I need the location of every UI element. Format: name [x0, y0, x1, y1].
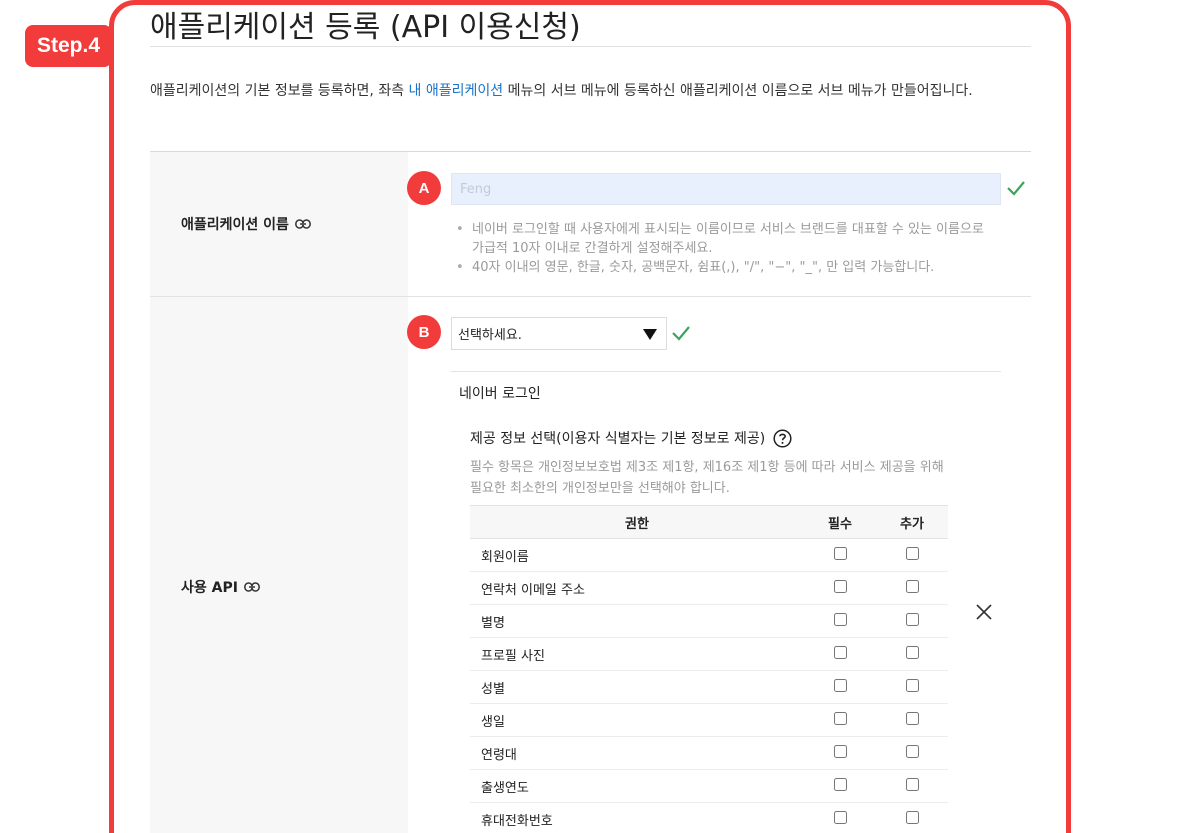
optional-checkbox[interactable] [905, 711, 919, 725]
api-select[interactable]: 선택하세요. [451, 317, 667, 350]
permission-name: 프로필 사진 [470, 637, 804, 671]
check-icon [672, 326, 690, 341]
permission-name: 성별 [470, 670, 804, 704]
table-row: 휴대전화번호 [470, 802, 948, 833]
table-row: 프로필 사진 [470, 637, 948, 671]
api-select-value: 선택하세요. [458, 328, 522, 343]
optional-checkbox[interactable] [905, 777, 919, 791]
form-row-divider [150, 296, 1031, 297]
permission-name: 출생연도 [470, 769, 804, 803]
table-row: 연락처 이메일 주소 [470, 571, 948, 605]
selected-api-name: 네이버 로그인 [459, 386, 541, 402]
page-title: 애플리케이션 등록 (API 이용신청) [150, 10, 581, 45]
table-row: 출생연도 [470, 769, 948, 803]
column-header-permission: 권한 [470, 505, 804, 539]
required-checkbox[interactable] [833, 546, 847, 560]
app-name-label-text: 애플리케이션 이름 [181, 217, 289, 233]
optional-checkbox[interactable] [905, 810, 919, 824]
hint-item: 네이버 로그인할 때 사용자에게 표시되는 이름이므로 서비스 브랜드를 대표할… [456, 220, 996, 258]
table-header-row: 권한 필수 추가 [470, 505, 948, 539]
intro-text: 애플리케이션의 기본 정보를 등록하면, 좌측 내 애플리케이션 메뉴의 서브 … [150, 77, 1030, 105]
marker-b: B [407, 315, 441, 349]
permission-name: 생일 [470, 703, 804, 737]
required-checkbox[interactable] [833, 711, 847, 725]
permission-name: 연령대 [470, 736, 804, 770]
optional-checkbox[interactable] [905, 579, 919, 593]
api-label: 사용 API [181, 577, 260, 597]
required-checkbox[interactable] [833, 612, 847, 626]
table-row: 성별 [470, 670, 948, 704]
link-icon[interactable] [294, 219, 311, 229]
column-header-required: 필수 [804, 505, 876, 539]
permission-name: 휴대전화번호 [470, 802, 804, 833]
hint-item: 40자 이내의 영문, 한글, 숫자, 공백문자, 쉼표(,), "/", "−… [456, 258, 996, 277]
provided-info-title-text: 제공 정보 선택(이용자 식별자는 기본 정보로 제공) [470, 431, 766, 447]
app-name-hints: 네이버 로그인할 때 사용자에게 표시되는 이름이므로 서비스 브랜드를 대표할… [456, 220, 996, 277]
marker-a: A [407, 171, 441, 205]
check-icon [1007, 181, 1025, 196]
permission-name: 회원이름 [470, 538, 804, 572]
my-application-link[interactable]: 내 애플리케이션 [409, 83, 504, 99]
required-checkbox[interactable] [833, 744, 847, 758]
api-section-divider [451, 371, 1001, 372]
required-checkbox[interactable] [833, 645, 847, 659]
permission-name: 연락처 이메일 주소 [470, 571, 804, 605]
link-icon[interactable] [244, 582, 260, 592]
optional-checkbox[interactable] [905, 645, 919, 659]
required-checkbox[interactable] [833, 678, 847, 692]
permission-table: 권한 필수 추가 회원이름 연락처 이메일 주소 별명 프로필 사진 성별 생일… [470, 505, 948, 833]
table-row: 생일 [470, 703, 948, 737]
intro-text-after: 메뉴의 서브 메뉴에 등록하신 애플리케이션 이름으로 서브 메뉴가 만들어집니… [503, 83, 973, 99]
provided-info-title: 제공 정보 선택(이용자 식별자는 기본 정보로 제공) [470, 428, 792, 448]
provided-info-description: 필수 항목은 개인정보보호법 제3조 제1항, 제16조 제1항 등에 따라 서… [470, 460, 944, 496]
close-icon[interactable] [975, 603, 993, 621]
optional-checkbox[interactable] [905, 744, 919, 758]
column-header-optional: 추가 [876, 505, 948, 539]
api-label-text: 사용 API [181, 580, 238, 596]
required-checkbox[interactable] [833, 579, 847, 593]
table-row: 연령대 [470, 736, 948, 770]
triangle-down-icon [643, 329, 657, 340]
table-row: 별명 [470, 604, 948, 638]
required-checkbox[interactable] [833, 777, 847, 791]
table-row: 회원이름 [470, 538, 948, 572]
optional-checkbox[interactable] [905, 612, 919, 626]
required-checkbox[interactable] [833, 810, 847, 824]
form-label-column [150, 152, 408, 833]
step-badge: Step.4 [25, 25, 112, 67]
app-name-label: 애플리케이션 이름 [181, 214, 311, 234]
app-name-input[interactable] [451, 173, 1001, 205]
title-divider [150, 46, 1031, 47]
optional-checkbox[interactable] [905, 678, 919, 692]
optional-checkbox[interactable] [905, 546, 919, 560]
intro-text-before: 애플리케이션의 기본 정보를 등록하면, 좌측 [150, 83, 409, 99]
question-icon[interactable] [773, 428, 792, 448]
permission-name: 별명 [470, 604, 804, 638]
